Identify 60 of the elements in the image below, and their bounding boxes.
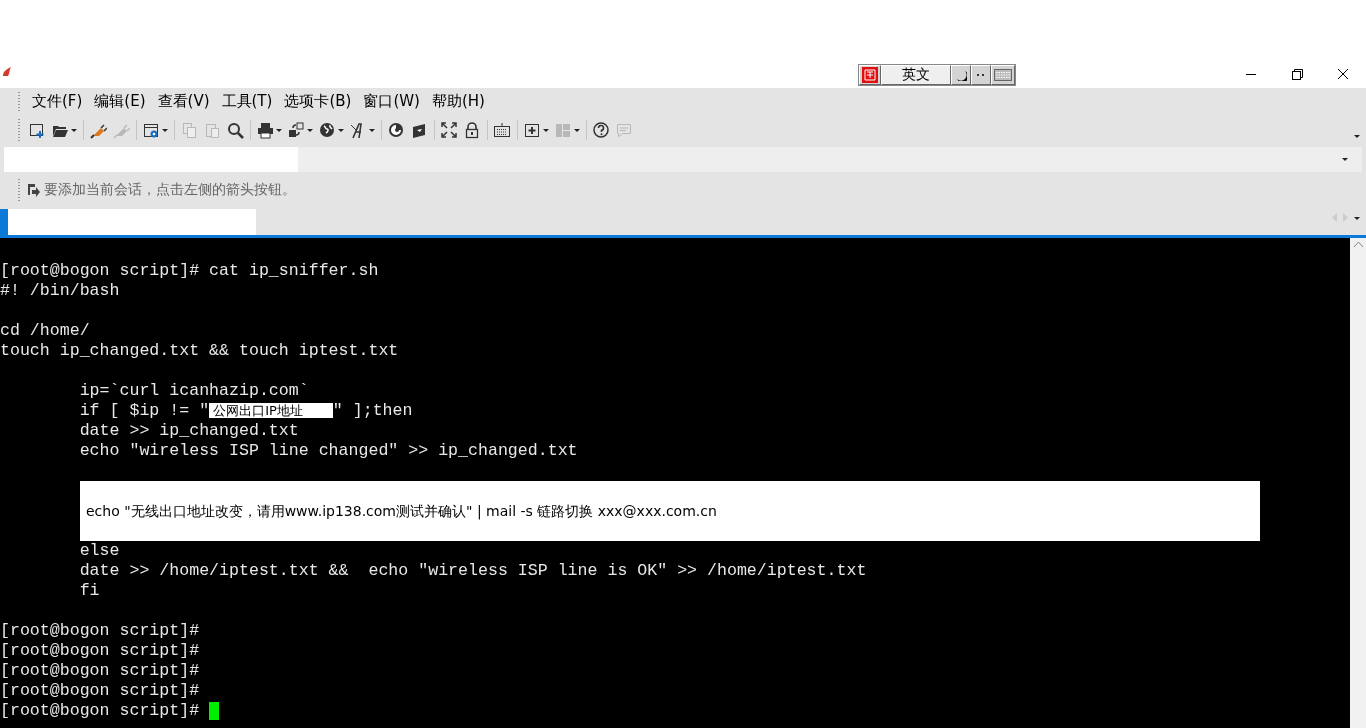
text-cursor <box>209 701 220 720</box>
ime-mode-button[interactable]: 英文 <box>881 65 951 85</box>
terminal-line: #! /bin/bash <box>0 281 120 300</box>
seal-icon[interactable] <box>862 67 878 83</box>
new-tab-icon[interactable] <box>524 121 541 139</box>
menu-item[interactable]: 工具(T) <box>215 92 279 111</box>
caret-icon[interactable] <box>71 128 77 132</box>
properties-icon[interactable] <box>143 121 160 139</box>
terminal-line: date >> ip_changed.txt <box>78 421 299 440</box>
terminal-line: echo "wireless ISP line changed" >> ip_changed.txt <box>78 441 578 460</box>
transfer-icon[interactable] <box>288 121 305 139</box>
caret-icon[interactable] <box>276 128 282 132</box>
caret-icon[interactable] <box>543 128 549 132</box>
ftp-icon[interactable] <box>411 121 428 139</box>
terminal-line: [root@bogon script]# <box>0 621 200 640</box>
caret-icon[interactable] <box>1354 217 1360 220</box>
annotation-text: echo "无线出口地址改变，请用www.ip138.com测试并确认" | mail -s 链路切换 xxx@xxx.com.cn <box>86 502 717 521</box>
terminal-line: [root@bogon script]# <box>0 661 200 680</box>
caret-icon[interactable] <box>162 128 168 132</box>
terminal-line: [root@bogon script]# <box>0 701 201 720</box>
caret-icon[interactable] <box>1342 158 1348 161</box>
menu-item[interactable]: 选项卡(B) <box>278 92 358 111</box>
app-icon <box>2 66 12 78</box>
terminal-line: ip=`curl icanhazip.com` <box>78 381 309 400</box>
terminal-line: if [ $ip != " <box>78 401 210 420</box>
terminal-line: [root@bogon script]# <box>0 681 200 700</box>
hint-text: 要添加当前会话，点击左侧的箭头按钮。 <box>44 181 296 199</box>
print-icon[interactable] <box>257 121 274 139</box>
terminal-line: [root@bogon script]# <box>0 641 200 660</box>
help-icon[interactable] <box>593 121 610 139</box>
connect-icon[interactable] <box>90 121 107 139</box>
terminal-line: else <box>78 541 120 560</box>
menu-item[interactable]: 查看(V) <box>151 92 216 111</box>
menu-item[interactable]: 文件(F) <box>26 92 89 111</box>
lock-icon[interactable] <box>464 121 481 139</box>
redaction-label: 公网出口IP地址 <box>209 403 333 418</box>
arrow-icon[interactable] <box>26 183 40 197</box>
terminal-line: [root@bogon script]# cat ip_sniffer.sh <box>0 261 379 280</box>
caret-icon[interactable] <box>1354 134 1360 138</box>
terminal-line: fi <box>78 581 100 600</box>
punctuation-icon[interactable] <box>976 71 986 79</box>
keyboard-icon[interactable] <box>494 121 511 139</box>
terminal-line: date >> /home/iptest.txt && echo "wireless ISP line is OK" >> /home/iptest.txt <box>78 561 867 580</box>
fullscreen-icon[interactable] <box>441 121 458 139</box>
terminal-line: touch ip_changed.txt && touch iptest.txt <box>0 341 399 360</box>
new-icon[interactable] <box>29 121 46 139</box>
caret-icon[interactable] <box>338 128 344 132</box>
find-icon[interactable] <box>227 121 244 139</box>
menu-item[interactable]: 帮助(H) <box>425 92 491 111</box>
scrollbar[interactable] <box>1350 238 1366 728</box>
address-field[interactable] <box>4 147 1362 172</box>
shell-icon[interactable] <box>388 121 405 139</box>
menu-item[interactable]: 编辑(E) <box>88 92 152 111</box>
terminal-line: " ];then <box>332 401 413 420</box>
keyboard-icon[interactable] <box>994 69 1012 81</box>
session-tab[interactable] <box>0 209 256 235</box>
terminal-line: cd /home/ <box>0 321 90 340</box>
caret-icon[interactable] <box>307 128 313 132</box>
menu-item[interactable]: 窗口(W) <box>357 92 426 111</box>
caret-icon[interactable] <box>369 128 375 132</box>
